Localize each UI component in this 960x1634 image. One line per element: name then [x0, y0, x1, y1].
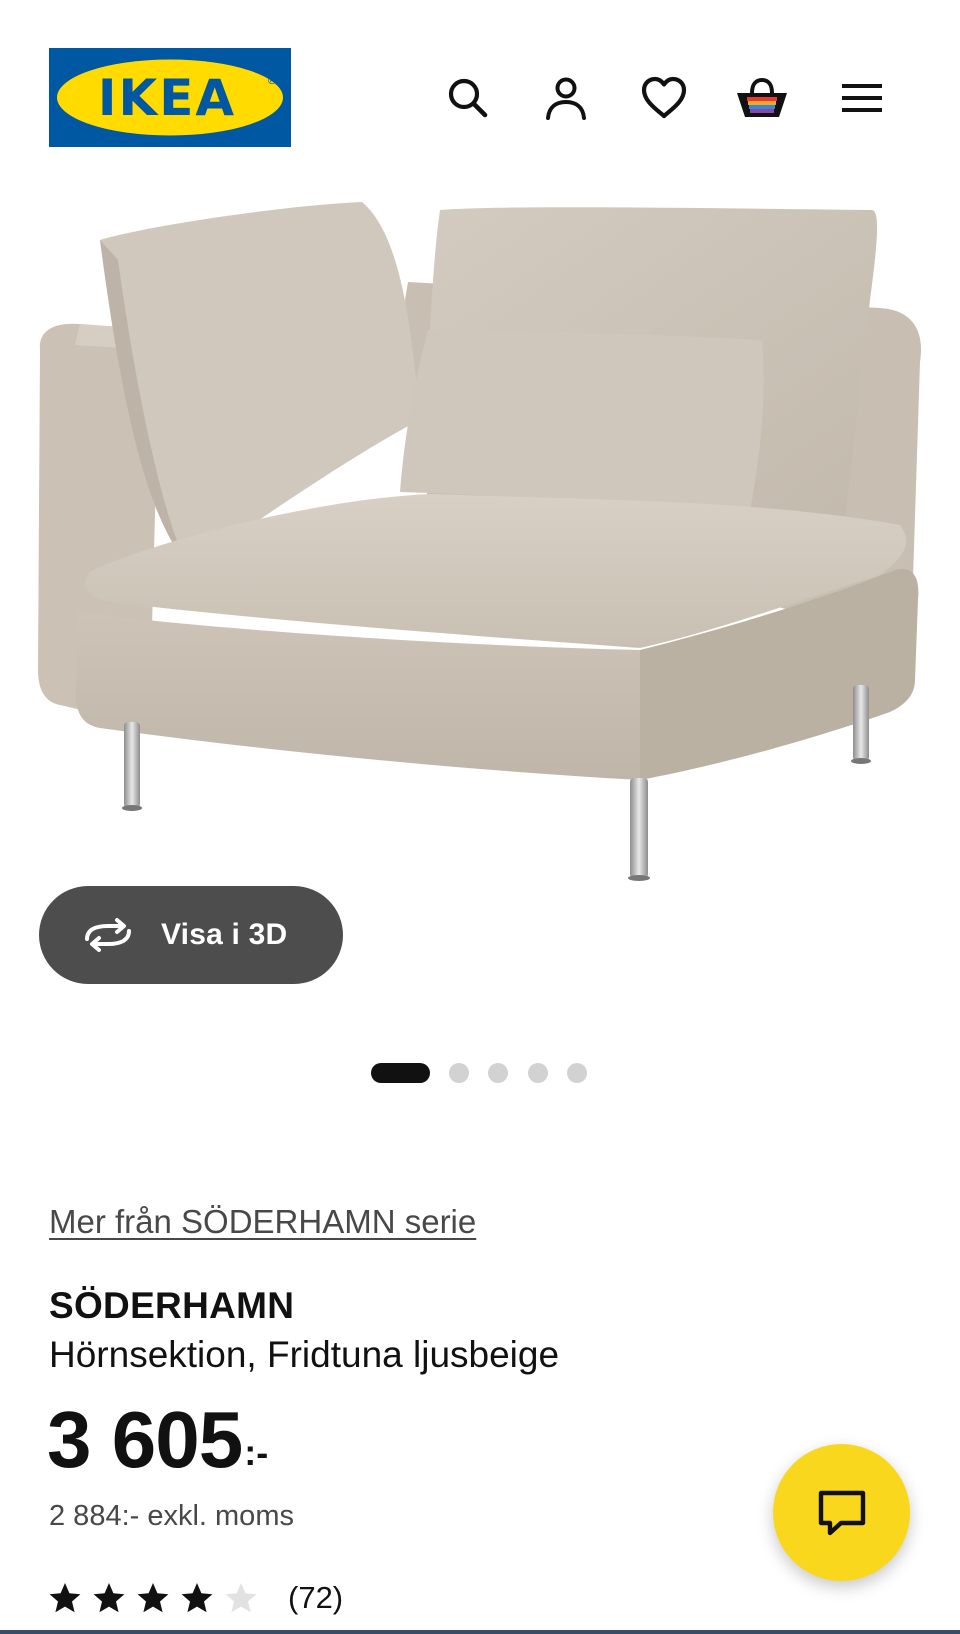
logo-text: IKEA	[98, 69, 236, 127]
pagination-dot-3[interactable]	[488, 1063, 508, 1083]
search-icon[interactable]	[440, 70, 496, 126]
star-icon	[181, 1583, 213, 1613]
pagination-dot-2[interactable]	[449, 1063, 469, 1083]
pagination-dot-1[interactable]	[371, 1063, 430, 1083]
pagination-dot-5[interactable]	[567, 1063, 587, 1083]
pagination-dot-4[interactable]	[528, 1063, 548, 1083]
price-integer: 3 605	[47, 1395, 243, 1484]
product-description: Hörnsektion, Fridtuna ljusbeige	[49, 1334, 560, 1375]
view-in-3d-label: Visa i 3D	[161, 918, 288, 951]
star-icon	[93, 1583, 125, 1613]
menu-icon[interactable]	[834, 70, 890, 126]
heart-icon[interactable]	[636, 70, 692, 126]
logo-registered-mark: ®	[267, 74, 278, 87]
basket-icon[interactable]	[734, 70, 790, 126]
chat-bubble-icon	[818, 1490, 865, 1535]
price-excl-vat: 2 884:- exkl. moms	[49, 1500, 294, 1532]
star-icon	[137, 1583, 169, 1613]
rating-count: (72)	[288, 1580, 344, 1615]
bottom-edge-bar	[0, 1630, 960, 1634]
rotate-3d-icon	[85, 918, 131, 952]
product-price: 3 605 :-	[47, 1395, 268, 1485]
product-rating[interactable]: (72)	[48, 1578, 343, 1618]
account-icon[interactable]	[538, 70, 594, 126]
view-in-3d-button[interactable]: Visa i 3D	[39, 886, 343, 984]
product-name: SÖDERHAMN	[49, 1285, 295, 1326]
star-icon	[49, 1583, 81, 1613]
ikea-logo-graphic: IKEA ®	[49, 48, 291, 147]
series-link[interactable]: Mer från SÖDERHAMN serie	[49, 1203, 476, 1241]
chat-button[interactable]	[773, 1444, 910, 1581]
image-pagination	[0, 1062, 960, 1084]
price-suffix: :-	[244, 1432, 269, 1473]
corner-sofa-illustration	[38, 202, 922, 881]
star-empty-icon	[225, 1583, 257, 1613]
ikea-logo[interactable]: IKEA ®	[49, 48, 291, 147]
product-image[interactable]	[0, 180, 960, 900]
header: IKEA ®	[0, 0, 960, 160]
